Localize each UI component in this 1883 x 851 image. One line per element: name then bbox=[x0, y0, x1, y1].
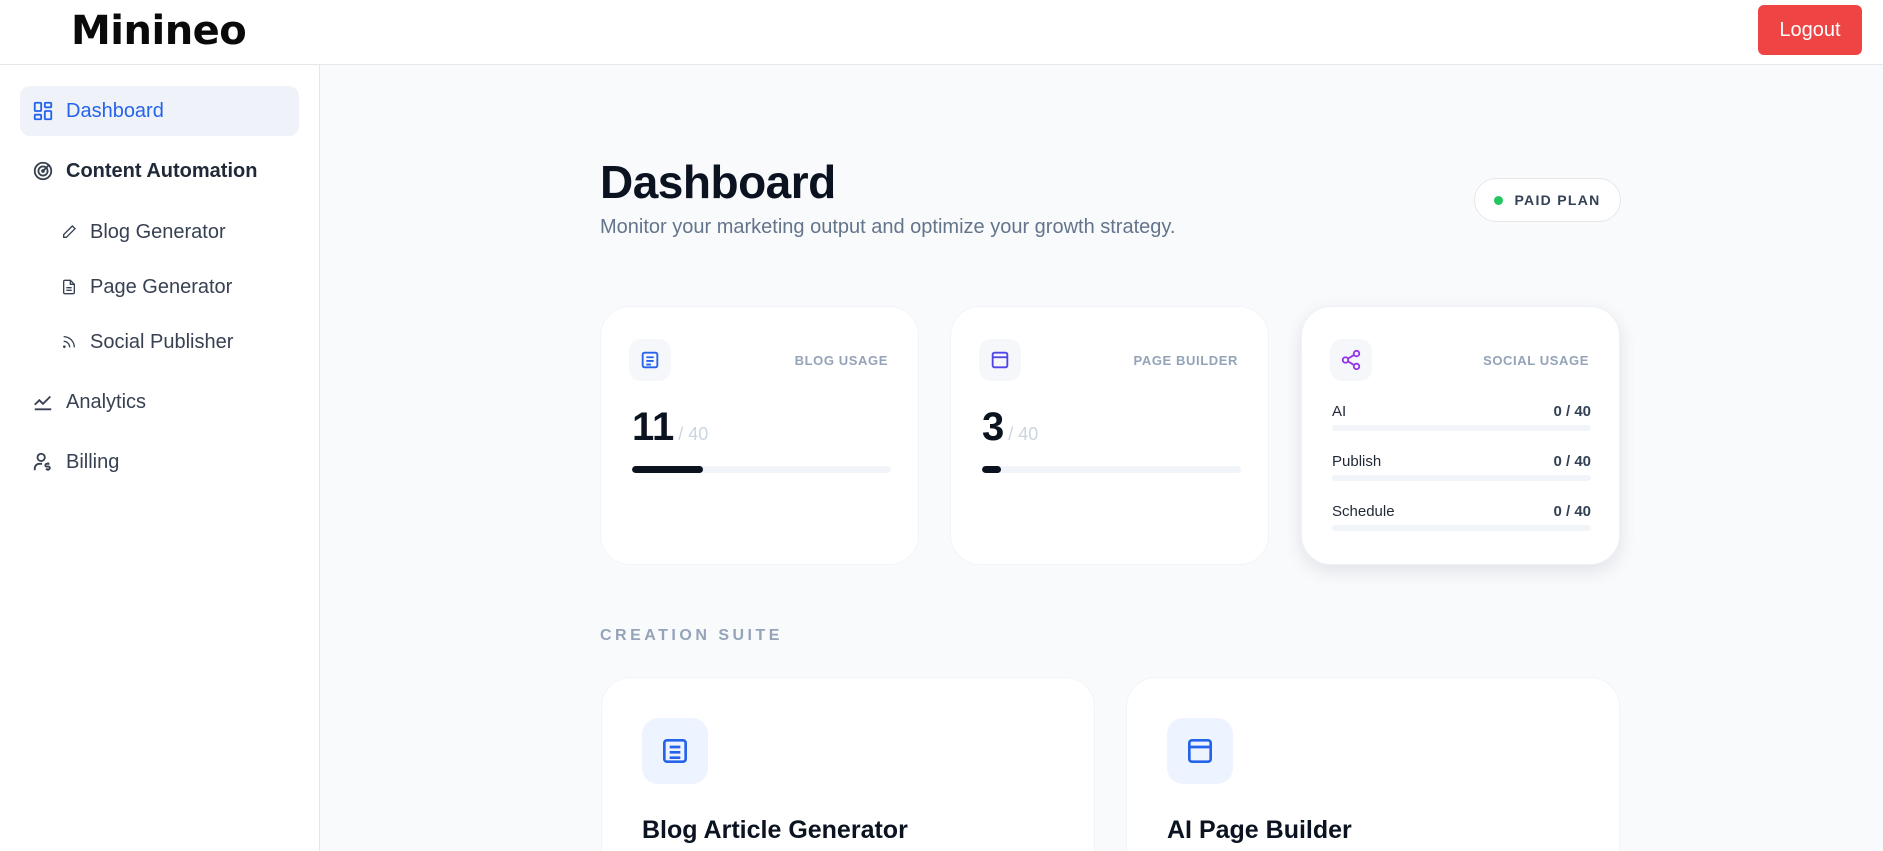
social-row-label: Schedule bbox=[1332, 503, 1395, 520]
app-logo[interactable]: Minineo bbox=[71, 8, 247, 54]
sidebar-item-label: Social Publisher bbox=[90, 330, 234, 353]
feature-title: Blog Article Generator bbox=[642, 816, 908, 844]
sidebar-item-analytics[interactable]: Analytics bbox=[20, 377, 299, 427]
chart-line-icon bbox=[31, 390, 55, 414]
blog-usage-card: BLOG USAGE 11/ 40 bbox=[600, 306, 919, 565]
document-lines-icon bbox=[642, 718, 708, 784]
social-row-value: 0 / 40 bbox=[1553, 453, 1591, 470]
sidebar-item-blog-generator[interactable]: Blog Generator bbox=[60, 212, 226, 252]
section-label-creation-suite: CREATION SUITE bbox=[600, 627, 783, 644]
social-usage-card: SOCIAL USAGE AI 0 / 40 Publish 0 / 40 Sc… bbox=[1301, 306, 1620, 565]
target-icon bbox=[31, 159, 55, 183]
sidebar-item-label: Page Generator bbox=[90, 275, 233, 298]
feature-title: AI Page Builder bbox=[1167, 816, 1352, 844]
page-builder-card: PAGE BUILDER 3/ 40 bbox=[950, 306, 1269, 565]
sidebar-item-billing[interactable]: Billing bbox=[20, 437, 299, 487]
page-subtitle: Monitor your marketing output and optimi… bbox=[600, 216, 1176, 238]
plan-badge: PAID PLAN bbox=[1474, 178, 1621, 222]
social-row-progress bbox=[1332, 425, 1591, 431]
pencil-icon bbox=[60, 223, 78, 241]
sidebar-item-label: Analytics bbox=[66, 390, 147, 413]
plan-badge-label: PAID PLAN bbox=[1514, 192, 1601, 208]
blog-usage-progress-fill bbox=[632, 466, 704, 473]
page-title: Dashboard bbox=[600, 156, 836, 208]
social-row-value: 0 / 40 bbox=[1553, 503, 1591, 520]
share-icon bbox=[1330, 339, 1372, 381]
browser-window-icon bbox=[979, 339, 1021, 381]
blog-usage-value: 11 bbox=[632, 405, 675, 449]
rss-icon bbox=[60, 333, 78, 351]
sidebar-item-label: Billing bbox=[66, 450, 120, 473]
document-lines-icon bbox=[629, 339, 671, 381]
logout-button[interactable]: Logout bbox=[1758, 5, 1862, 55]
user-dollar-icon bbox=[31, 450, 55, 474]
blog-usage-label: BLOG USAGE bbox=[794, 353, 888, 368]
sidebar-item-social-publisher[interactable]: Social Publisher bbox=[60, 322, 233, 362]
blog-usage-value-group: 11/ 40 bbox=[632, 405, 708, 450]
ai-page-builder-card[interactable]: AI Page Builder bbox=[1126, 677, 1620, 851]
social-row-label: AI bbox=[1332, 403, 1347, 420]
dashboard-icon bbox=[31, 99, 55, 123]
top-bar: Minineo Logout bbox=[0, 0, 1883, 65]
browser-window-icon bbox=[1167, 718, 1233, 784]
blog-usage-progress bbox=[632, 466, 891, 473]
social-row-value: 0 / 40 bbox=[1553, 403, 1591, 420]
status-dot-icon bbox=[1494, 195, 1504, 205]
page-builder-value: 3 bbox=[982, 405, 1005, 449]
social-row-progress bbox=[1332, 525, 1591, 531]
sidebar-item-label: Blog Generator bbox=[90, 220, 226, 243]
social-row-label: Publish bbox=[1332, 453, 1382, 470]
page-builder-label: PAGE BUILDER bbox=[1133, 353, 1238, 368]
file-text-icon bbox=[60, 278, 78, 296]
social-usage-label: SOCIAL USAGE bbox=[1483, 353, 1589, 368]
page-builder-value-group: 3/ 40 bbox=[982, 405, 1038, 450]
sidebar-item-label: Content Automation bbox=[66, 159, 258, 182]
sidebar-item-content-automation[interactable]: Content Automation bbox=[20, 146, 299, 196]
page-builder-progress bbox=[982, 466, 1241, 473]
page-builder-progress-fill bbox=[982, 466, 1002, 473]
sidebar-item-label: Dashboard bbox=[66, 99, 164, 122]
social-row-progress bbox=[1332, 475, 1591, 481]
blog-usage-limit: / 40 bbox=[678, 424, 709, 444]
sidebar-item-page-generator[interactable]: Page Generator bbox=[60, 267, 232, 307]
page-builder-limit: / 40 bbox=[1008, 424, 1039, 444]
blog-article-generator-card[interactable]: Blog Article Generator bbox=[601, 677, 1095, 851]
sidebar: Dashboard Content Automation Blog Genera… bbox=[0, 65, 320, 851]
sidebar-item-dashboard[interactable]: Dashboard bbox=[20, 86, 299, 136]
